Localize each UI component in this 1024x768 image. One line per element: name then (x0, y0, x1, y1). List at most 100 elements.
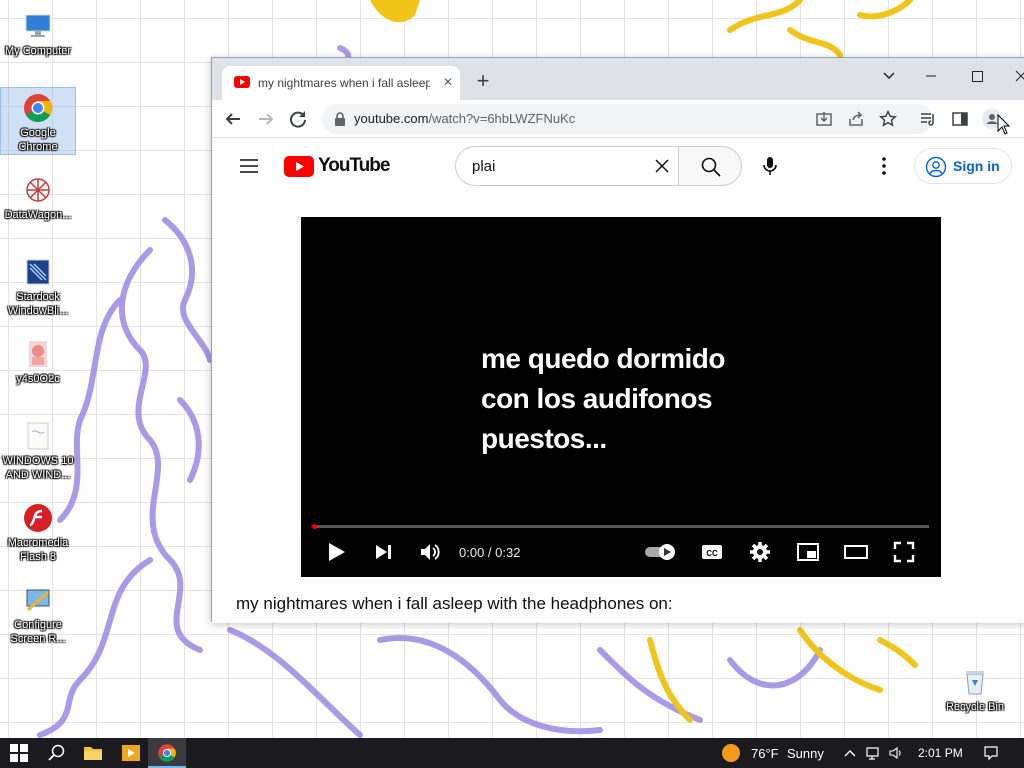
url-text: youtube.com/watch?v=6hbLWZFNuKc (354, 111, 575, 126)
desktop-icon-label: WINDOWS 10 AND WIND... (2, 455, 74, 481)
lock-icon (335, 112, 345, 126)
share-icon[interactable] (846, 109, 866, 129)
forward-arrow-icon[interactable] (253, 106, 279, 132)
weather-condition[interactable]: Sunny (787, 746, 824, 761)
configure-screen-icon (26, 589, 50, 612)
taskbar: 76°F Sunny 2:01 PM (0, 738, 1024, 768)
reload-icon[interactable] (285, 106, 311, 132)
desktop-icon-configure-screen[interactable]: Configure Screen R... (0, 580, 76, 646)
tab-close-icon[interactable]: ✕ (440, 74, 456, 90)
play-icon[interactable] (323, 539, 349, 565)
autoplay-toggle-icon[interactable] (643, 539, 681, 565)
start-button[interactable] (0, 738, 38, 768)
youtube-favicon-icon (234, 76, 250, 88)
search-icon (48, 744, 65, 761)
media-controls-icon[interactable] (918, 109, 938, 129)
sign-in-label: Sign in (953, 158, 1000, 174)
search-box (455, 146, 679, 186)
video-caption: me quedo dormido con los audifonos puest… (481, 343, 726, 454)
minimize-icon[interactable] (914, 64, 948, 88)
desktop-icon-macromedia-flash[interactable]: Macromedia Flash 8 (0, 498, 76, 564)
image-file-icon (27, 422, 49, 450)
subtitles-icon[interactable]: CC (699, 539, 725, 565)
chevron-up-icon[interactable] (842, 745, 858, 761)
youtube-logo-text: YouTube (318, 155, 390, 176)
chrome-icon (24, 94, 52, 122)
theater-mode-icon[interactable] (843, 539, 869, 565)
chrome-window: my nightmares when i fall asleep with th… (211, 57, 1024, 623)
tab-title: my nightmares when i fall asleep with th… (258, 76, 430, 90)
next-video-icon[interactable] (371, 539, 397, 565)
media-player-icon (122, 745, 140, 761)
flash-icon (24, 504, 52, 532)
video-timecode: 0:00 / 0:32 (459, 545, 521, 560)
desktop-icon-label: Macromedia Flash 8 (7, 537, 69, 563)
desktop-icon-label: Stardock WindowBli... (7, 291, 69, 317)
tab-search-chevron-icon[interactable] (872, 64, 906, 88)
clock-time[interactable]: 2:01 PM (918, 746, 963, 760)
video-player[interactable]: me quedo dormido con los audifonos puest… (301, 217, 941, 577)
side-panel-icon[interactable] (950, 109, 970, 129)
search-icon (701, 157, 721, 177)
taskbar-search-button[interactable] (38, 738, 76, 768)
image-file-icon (29, 341, 47, 367)
url-path: /watch?v=6hbLWZFNuKc (428, 111, 576, 126)
tab-strip: my nightmares when i fall asleep with th… (212, 58, 1024, 100)
install-app-icon[interactable] (814, 109, 834, 129)
video-title: my nightmares when i fall asleep with th… (236, 594, 673, 613)
desktop-icon-windows-10[interactable]: WINDOWS 10 AND WIND... (0, 416, 76, 482)
microphone-icon[interactable] (758, 154, 782, 178)
youtube-play-logo-icon (284, 156, 314, 177)
taskbar-google-chrome[interactable] (148, 738, 186, 768)
progress-scrubber[interactable] (312, 524, 317, 529)
search-button[interactable] (678, 146, 742, 186)
desktop-icon-y4s0o2c[interactable]: y4s0O2c (0, 334, 76, 386)
desktop-icon-label: Google Chrome (18, 127, 58, 153)
windows-logo-icon (10, 744, 28, 762)
desktop-icon-label: DataWagon... (4, 209, 72, 221)
fullscreen-icon[interactable] (891, 539, 917, 565)
desktop-icon-label: y4s0O2c (16, 373, 60, 385)
desktop-icon-stardock-windowblinds[interactable]: Stardock WindowBli... (0, 252, 76, 318)
close-window-icon[interactable] (1004, 64, 1024, 88)
progress-bar[interactable] (312, 524, 929, 529)
desktop-icon-datawagon[interactable]: DataWagon... (0, 170, 76, 222)
folder-icon (84, 747, 102, 760)
clear-search-icon[interactable] (652, 156, 672, 176)
more-vertical-icon[interactable] (874, 155, 894, 177)
weather-temperature[interactable]: 76°F (751, 746, 779, 761)
search-input[interactable] (472, 155, 642, 177)
desktop-icon-my-computer[interactable]: My Computer (0, 6, 76, 58)
taskbar-file-explorer[interactable] (74, 738, 112, 768)
notifications-icon[interactable] (983, 745, 999, 761)
youtube-page: YouTube Sign in (212, 138, 1024, 623)
svg-text:CC: CC (706, 549, 718, 558)
desktop-icon-recycle-bin[interactable]: Recycle Bin (936, 662, 1014, 714)
address-bar[interactable]: youtube.com/watch?v=6hbLWZFNuKc (322, 104, 932, 134)
new-tab-button[interactable]: + (472, 70, 494, 93)
tab-youtube[interactable]: my nightmares when i fall asleep with th… (222, 66, 460, 100)
url-host: youtube.com (354, 111, 429, 126)
browser-toolbar: youtube.com/watch?v=6hbLWZFNuKc (212, 100, 1024, 138)
datawagon-icon (26, 178, 50, 202)
windowblinds-icon (26, 259, 50, 285)
taskbar-media-app[interactable] (112, 738, 150, 768)
sun-weather-icon[interactable] (722, 744, 740, 762)
desktop-icon-label: My Computer (4, 45, 72, 57)
desktop-icon-label: Recycle Bin (945, 701, 1005, 713)
chrome-icon (158, 744, 176, 762)
hamburger-menu-icon[interactable] (238, 157, 260, 175)
recycle-bin-icon (966, 671, 984, 695)
user-circle-icon (925, 156, 947, 178)
computer-icon (25, 14, 51, 37)
sign-in-button[interactable]: Sign in (914, 148, 1012, 184)
miniplayer-icon[interactable] (795, 539, 821, 565)
desktop-icon-google-chrome[interactable]: Google Chrome (0, 87, 76, 155)
settings-gear-icon[interactable] (747, 539, 773, 565)
volume-icon[interactable] (417, 539, 443, 565)
bookmark-star-icon[interactable] (878, 109, 898, 129)
speaker-icon[interactable] (888, 745, 904, 761)
maximize-icon[interactable] (960, 64, 994, 88)
back-arrow-icon[interactable] (220, 106, 246, 132)
network-icon[interactable] (865, 745, 881, 761)
